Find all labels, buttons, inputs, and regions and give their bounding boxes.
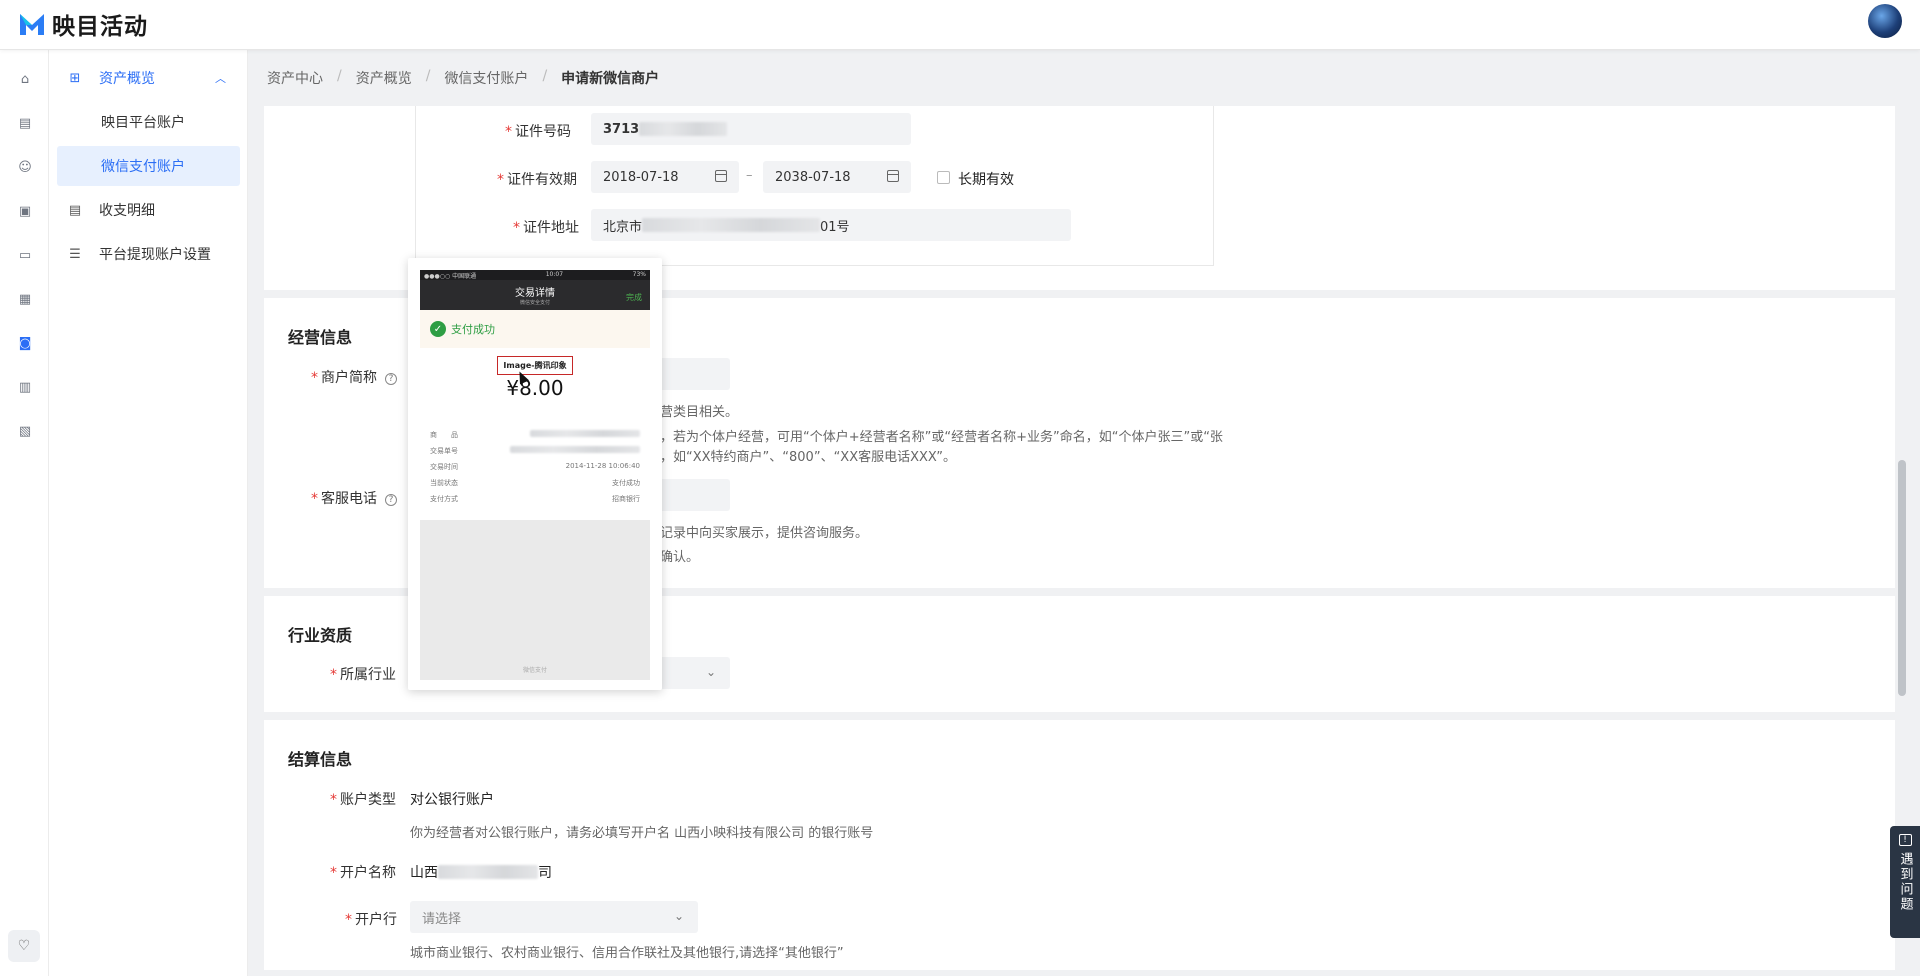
breadcrumb-item[interactable]: 资产中心	[267, 68, 323, 88]
id-number-input[interactable]: 3713	[591, 113, 911, 145]
long-term-label: 长期有效	[958, 172, 1014, 188]
menu-group-asset-overview[interactable]: ⊞ 资产概览 ︿	[57, 58, 240, 98]
start-date-picker[interactable]: 2018-07-18	[591, 161, 739, 193]
menu-item-platform-account[interactable]: 映目平台账户	[57, 102, 240, 142]
chevron-down-icon: ⌄	[673, 909, 684, 923]
industry-select[interactable]: ⌄	[650, 657, 730, 689]
calendar-icon	[715, 170, 727, 182]
menu-item-label: 平台提现账户设置	[99, 247, 211, 263]
account-type-hint: 你为经营者对公银行账户，请务必填写开户名 山西小映科技有限公司 的银行账号	[410, 826, 874, 841]
merchant-name-highlight: Image-腾讯印象	[497, 356, 573, 375]
receipt-row: 商 品	[430, 430, 640, 440]
chevron-up-icon: ︿	[215, 72, 226, 85]
menu-item-withdraw-settings[interactable]: ☰ 平台提现账户设置	[57, 234, 240, 274]
menu-item-label: 收支明细	[99, 203, 155, 219]
asset-icon[interactable]: ◙	[16, 334, 34, 352]
receipt-row: 交易时间 2014-11-28 10:06:40	[430, 462, 640, 471]
menu-group-label: 资产概览	[99, 71, 155, 87]
end-date-picker[interactable]: 2038-07-18	[763, 161, 911, 193]
receipt-preview-popup: ●●●○○ 中国联通 10:07 73% 交易详情 微信安全支付 完成 ✓ 支付成功…	[408, 258, 662, 690]
breadcrumb-item[interactable]: 微信支付账户	[444, 68, 528, 88]
settlement-title: 结算信息	[288, 750, 353, 769]
file-icon[interactable]: ▥	[16, 378, 34, 396]
business-info-title: 经营信息	[288, 328, 353, 347]
receipt-row: 交易单号	[430, 446, 640, 456]
bank-label: * 开户行	[345, 912, 397, 928]
calendar-icon	[887, 170, 899, 182]
breadcrumb: 资产中心 / 资产概览 / 微信支付账户 / 申请新微信商户	[267, 68, 659, 88]
help-label: 遇到问题	[1897, 852, 1913, 912]
industry-title: 行业资质	[288, 626, 353, 645]
check-icon: ✓	[430, 321, 446, 337]
wallet-icon[interactable]: ▣	[16, 202, 34, 220]
side-menu: ⊞ 资产概览 ︿ 映目平台账户 微信支付账户 ▤ 收支明细 ☰ 平台提现账户设置	[49, 50, 248, 976]
monitor-icon[interactable]: ▭	[16, 246, 34, 264]
receipt-bottom-area: 微信支付	[420, 520, 650, 680]
id-card-icon[interactable]: ▧	[16, 422, 34, 440]
breadcrumb-separator: /	[542, 68, 548, 84]
account-type-value: 对公银行账户	[410, 792, 494, 808]
users-icon[interactable]: ☺	[16, 158, 34, 176]
short-name-hint: ，如“XX特约商户”、“800”、“XX客服电话XXX”。	[660, 450, 957, 465]
chevron-down-icon: ⌄	[705, 665, 716, 679]
receipt-row: 支付方式 招商银行	[430, 495, 640, 503]
app-title: 映目活动	[52, 14, 148, 40]
phone-input[interactable]	[650, 479, 730, 511]
short-name-label: * 商户简称?	[311, 367, 397, 387]
logo-icon	[20, 14, 44, 35]
receipt-row: 当前状态 支付成功	[430, 479, 640, 487]
menu-item-label: 微信支付账户	[101, 159, 185, 175]
receipt-amount: ¥8.00	[506, 376, 564, 400]
payment-success-banner: ✓ 支付成功	[420, 310, 650, 348]
industry-label: * 所属行业	[330, 667, 396, 683]
receipt-body: Image-腾讯印象 ¥8.00 商 品 交易单号 交易时间 2014-11-28…	[420, 348, 650, 520]
short-name-hint: 营类目相关。	[660, 405, 739, 420]
validity-label: * 证件有效期	[497, 172, 577, 188]
feedback-icon: !	[1898, 834, 1912, 846]
grid-icon: ⊞	[69, 70, 81, 86]
help-circle-icon[interactable]: ?	[385, 373, 397, 385]
bank-hint: 城市商业银行、农村商业银行、信用合作联社及其他银行,请选择“其他银行”	[410, 946, 844, 961]
home-icon[interactable]: ⌂	[16, 70, 34, 88]
user-avatar[interactable]	[1868, 4, 1902, 38]
address-input[interactable]: 北京市 01号	[591, 209, 1071, 241]
help-tab[interactable]: ! 遇到问题	[1890, 826, 1920, 938]
menu-item-income-details[interactable]: ▤ 收支明细	[57, 190, 240, 230]
account-name-label: * 开户名称	[330, 865, 396, 881]
top-bar: 映目活动	[0, 0, 1920, 50]
account-name-value: 山西司	[410, 865, 552, 881]
scrollbar-thumb[interactable]	[1898, 460, 1906, 696]
help-circle-icon[interactable]: ?	[385, 494, 397, 506]
receipt-footer: 微信支付	[522, 667, 547, 674]
phone-label: * 客服电话?	[311, 488, 397, 508]
phone-status-bar: ●●●○○ 中国联通 10:07 73%	[420, 270, 650, 280]
icon-rail: ⌂ ▤ ☺ ▣ ▭ ▦ ◙ ▥ ▧ ♡	[0, 50, 49, 976]
long-term-checkbox[interactable]	[937, 171, 950, 184]
date-separator: –	[746, 168, 753, 183]
ledger-icon: ▤	[68, 202, 82, 218]
phone-nav-bar: 交易详情 微信安全支付 完成	[420, 280, 650, 310]
breadcrumb-current: 申请新微信商户	[561, 71, 660, 87]
address-label: * 证件地址	[513, 220, 579, 236]
short-name-input[interactable]	[650, 358, 730, 390]
phone-hint: 记录中向买家展示，提供咨询服务。	[660, 526, 869, 541]
menu-item-label: 映目平台账户	[101, 115, 185, 131]
breadcrumb-separator: /	[425, 68, 431, 84]
account-type-label: * 账户类型	[330, 792, 396, 808]
report-icon[interactable]: ▤	[16, 114, 34, 132]
id-number-label: * 证件号码	[505, 124, 571, 140]
breadcrumb-separator: /	[337, 68, 342, 84]
heart-icon[interactable]: ♡	[8, 930, 40, 962]
database-icon: ☰	[69, 246, 81, 262]
breadcrumb-item[interactable]: 资产概览	[356, 68, 412, 88]
doc-icon[interactable]: ▦	[16, 290, 34, 308]
short-name-hint: ，若为个体户经营，可用“个体户+经营者名称”或“经营者名称+业务”命名，如“个体…	[660, 430, 1223, 445]
phone-hint: 确认。	[660, 550, 700, 565]
receipt-screenshot: ●●●○○ 中国联通 10:07 73% 交易详情 微信安全支付 完成 ✓ 支付成功…	[420, 270, 650, 680]
app-logo[interactable]: 映目活动	[18, 7, 148, 41]
menu-item-wechat-pay-account[interactable]: 微信支付账户	[57, 146, 240, 186]
bank-select[interactable]: 请选择 ⌄	[410, 901, 698, 933]
